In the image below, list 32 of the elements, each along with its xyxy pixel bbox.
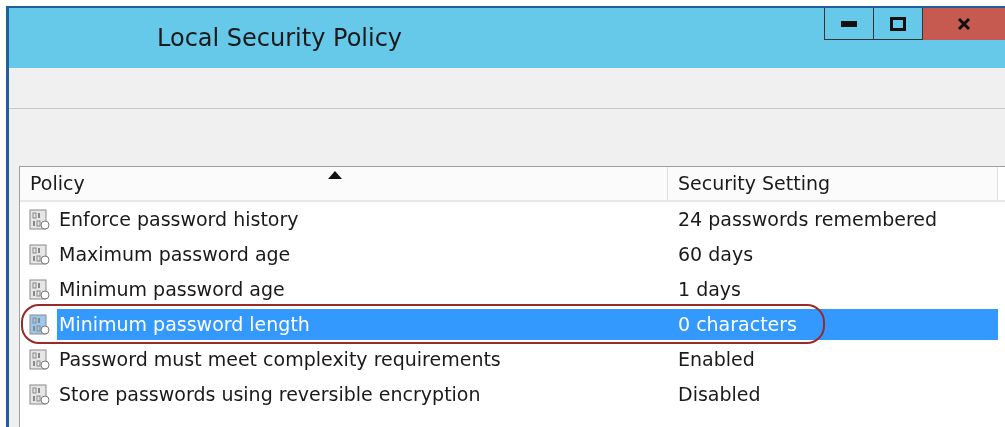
column-header[interactable]: Policy [20,167,668,200]
policy-icon [29,278,51,301]
policy-name: Maximum password age [58,242,292,267]
setting-value: 60 days [677,242,755,267]
policy-row[interactable]: Minimum password age 1 days [20,272,1005,307]
window-title: Local Security Policy [157,24,404,52]
policy-row[interactable]: Enforce password history 24 passwords remembered [20,202,1005,237]
maximize-icon [890,16,906,31]
policy-name: Password must meet complexity requirements [58,347,502,372]
policy-name: Minimum password length [57,309,668,340]
policy-icon [29,208,51,231]
column-header[interactable]: Security Setting [668,167,998,200]
policy-icon [29,313,51,336]
policy-name: Minimum password age [58,277,286,302]
policy-name: Store passwords using reversible encryption [58,382,482,407]
policy-icon [29,383,51,406]
minimize-icon [841,20,857,27]
policy-icon [29,348,51,371]
setting-value: Disabled [677,382,762,407]
maximize-button[interactable] [873,8,923,40]
setting-value: 0 characters [668,309,998,340]
policy-row[interactable]: Maximum password age 60 days [20,237,1005,272]
policy-name: Enforce password history [58,207,300,232]
close-icon [957,17,971,31]
sort-arrow-icon [328,171,342,179]
setting-value: 24 passwords remembered [677,207,939,232]
minimize-button[interactable] [824,8,874,40]
policy-row[interactable]: Store passwords using reversible encryption Disabled [20,377,1005,412]
setting-value: Enabled [677,347,756,372]
policy-row[interactable]: Password must meet complexity requirements Enabled [20,342,1005,377]
policy-icon [29,243,51,266]
setting-value: 1 days [677,277,742,302]
